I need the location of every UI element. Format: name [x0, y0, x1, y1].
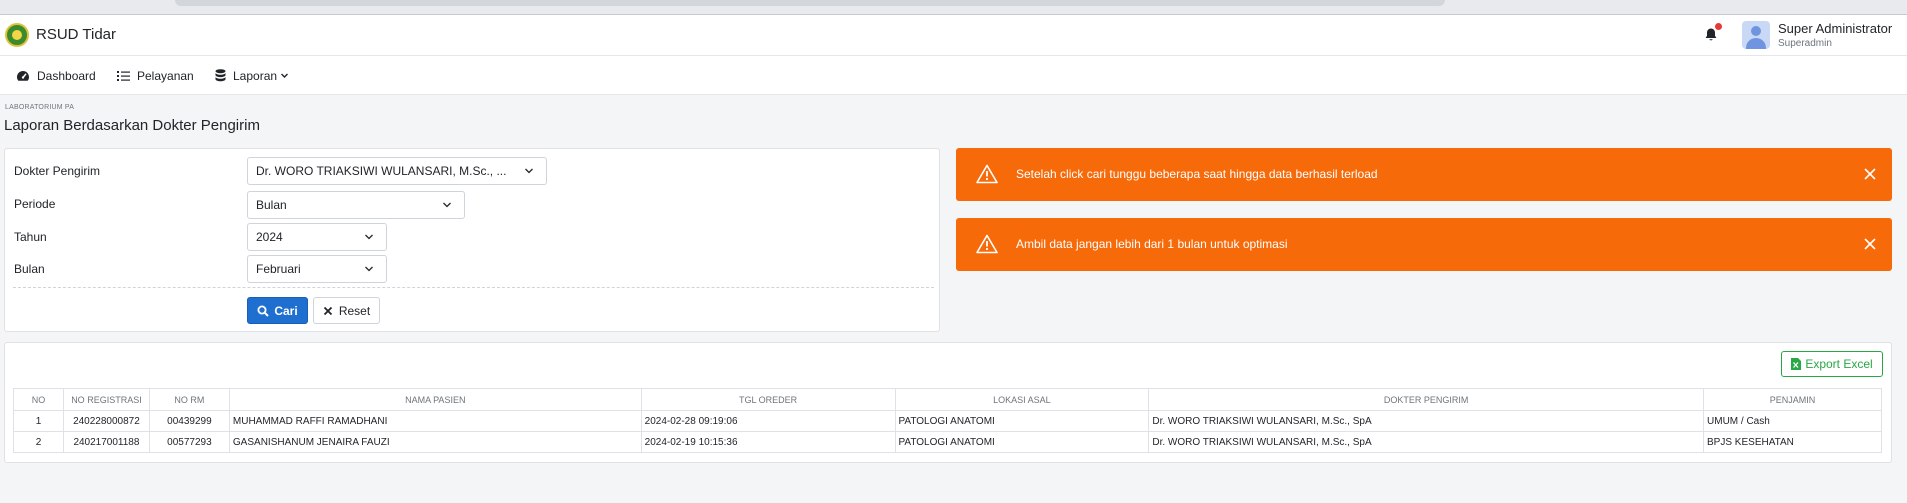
table-row[interactable]: 1 240228000872 00439299 MUHAMMAD RAFFI R… — [13, 410, 1882, 432]
cari-button[interactable]: Cari — [247, 297, 308, 324]
reset-button-label: Reset — [338, 303, 371, 318]
nav-pelayanan-label: Pelayanan — [137, 68, 194, 83]
col-header[interactable]: TGL OREDER — [640, 388, 896, 411]
table-header-row: NO NO REGISTRASI NO RM NAMA PASIEN TGL O… — [13, 388, 1882, 411]
bulan-label: Bulan — [14, 262, 45, 276]
col-header[interactable]: NO RM — [148, 388, 230, 411]
col-header[interactable]: NO — [13, 388, 64, 411]
table-row[interactable]: 2 240217001188 00577293 GASANISHANUM JEN… — [13, 431, 1882, 453]
chevron-down-icon — [365, 266, 373, 272]
col-header[interactable]: LOKASI ASAL — [894, 388, 1150, 411]
cell-dokter-pengirim: Dr. WORO TRIAKSIWI WULANSARI, M.Sc., SpA — [1148, 431, 1705, 453]
avatar[interactable] — [1742, 21, 1770, 49]
col-header[interactable]: PENJAMIN — [1703, 388, 1882, 411]
cell-no-registrasi: 240228000872 — [62, 410, 150, 432]
bulan-select[interactable]: Februari — [247, 255, 387, 283]
navbar: Dashboard Pelayanan Laporan — [0, 56, 1907, 95]
cell-dokter-pengirim: Dr. WORO TRIAKSIWI WULANSARI, M.Sc., SpA — [1148, 410, 1705, 432]
excel-file-icon — [1791, 358, 1802, 370]
reset-button[interactable]: Reset — [313, 297, 380, 324]
filter-form-card: Dokter Pengirim Dr. WORO TRIAKSIWI WULAN… — [4, 148, 940, 332]
col-header[interactable]: NAMA PASIEN — [228, 388, 642, 411]
page-title: Laporan Berdasarkan Dokter Pengirim — [4, 117, 260, 134]
close-icon — [323, 306, 332, 315]
database-icon — [215, 69, 226, 82]
cell-nama-pasien: MUHAMMAD RAFFI RAMADHANI — [228, 410, 642, 432]
top-bar: RSUD Tidar Super Administrator Superadmi… — [0, 15, 1907, 56]
periode-select-value: Bulan — [256, 198, 287, 212]
nav-dashboard-label: Dashboard — [37, 68, 96, 83]
tahun-select-value: 2024 — [256, 230, 283, 244]
cell-tgl-order: 2024-02-28 09:19:06 — [640, 410, 896, 432]
warning-icon — [976, 234, 998, 254]
nav-pelayanan[interactable]: Pelayanan — [117, 56, 194, 95]
cell-no-registrasi: 240217001188 — [62, 431, 150, 453]
breadcrumb: LABORATORIUM PA — [5, 104, 75, 111]
chevron-down-icon — [525, 168, 533, 174]
export-excel-label: Export Excel — [1805, 357, 1873, 371]
alert-message: Setelah click cari tunggu beberapa saat … — [1016, 167, 1378, 181]
close-icon[interactable] — [1864, 238, 1876, 250]
dokter-select-value: Dr. WORO TRIAKSIWI WULANSARI, M.Sc., ... — [256, 164, 507, 178]
alert-message: Ambil data jangan lebih dari 1 bulan unt… — [1016, 237, 1288, 251]
cari-button-label: Cari — [274, 303, 298, 318]
nav-dashboard[interactable]: Dashboard — [16, 56, 96, 95]
bulan-select-value: Februari — [256, 262, 301, 276]
tahun-label: Tahun — [14, 230, 47, 244]
cell-lokasi-asal: PATOLOGI ANATOMI — [894, 410, 1150, 432]
cell-penjamin: BPJS KESEHATAN — [1703, 431, 1882, 453]
tahun-select[interactable]: 2024 — [247, 223, 387, 251]
nav-laporan-label: Laporan — [233, 68, 278, 83]
alert-loading-info: Setelah click cari tunggu beberapa saat … — [956, 148, 1892, 201]
logo-icon — [5, 23, 29, 47]
cell-nama-pasien: GASANISHANUM JENAIRA FAUZI — [228, 431, 642, 453]
cell-penjamin: UMUM / Cash — [1703, 410, 1882, 432]
export-excel-button[interactable]: Export Excel — [1781, 351, 1883, 377]
form-divider — [13, 287, 934, 288]
warning-icon — [976, 164, 998, 184]
periode-select[interactable]: Bulan — [247, 191, 465, 219]
alert-optimization-info: Ambil data jangan lebih dari 1 bulan unt… — [956, 218, 1892, 271]
nav-laporan[interactable]: Laporan — [215, 56, 289, 95]
cell-tgl-order: 2024-02-19 10:15:36 — [640, 431, 896, 453]
col-header[interactable]: NO REGISTRASI — [62, 388, 150, 411]
close-icon[interactable] — [1864, 168, 1876, 180]
chevron-down-icon — [281, 73, 289, 78]
user-name[interactable]: Super Administrator — [1778, 21, 1892, 36]
notification-dot — [1715, 23, 1722, 30]
chevron-down-icon — [365, 234, 373, 240]
cell-lokasi-asal: PATOLOGI ANATOMI — [894, 431, 1150, 453]
chevron-down-icon — [443, 202, 451, 208]
results-card: Export Excel NO NO REGISTRASI NO RM NAMA… — [4, 342, 1892, 463]
results-table: NO NO REGISTRASI NO RM NAMA PASIEN TGL O… — [13, 388, 1882, 453]
list-icon — [117, 70, 130, 81]
address-bar — [175, 0, 1445, 6]
cell-no: 2 — [13, 431, 64, 453]
col-header[interactable]: DOKTER PENGIRIM — [1148, 388, 1705, 411]
cell-no-rm: 00577293 — [148, 431, 230, 453]
app-title: RSUD Tidar — [36, 26, 117, 43]
search-icon — [257, 305, 270, 317]
dokter-label: Dokter Pengirim — [14, 164, 101, 178]
cell-no-rm: 00439299 — [148, 410, 230, 432]
dokter-select[interactable]: Dr. WORO TRIAKSIWI WULANSARI, M.Sc., ... — [247, 157, 547, 185]
periode-label: Periode — [14, 197, 56, 211]
browser-strip — [0, 0, 1907, 15]
dashboard-icon — [17, 70, 29, 81]
user-role: Superadmin — [1778, 38, 1832, 49]
cell-no: 1 — [13, 410, 64, 432]
